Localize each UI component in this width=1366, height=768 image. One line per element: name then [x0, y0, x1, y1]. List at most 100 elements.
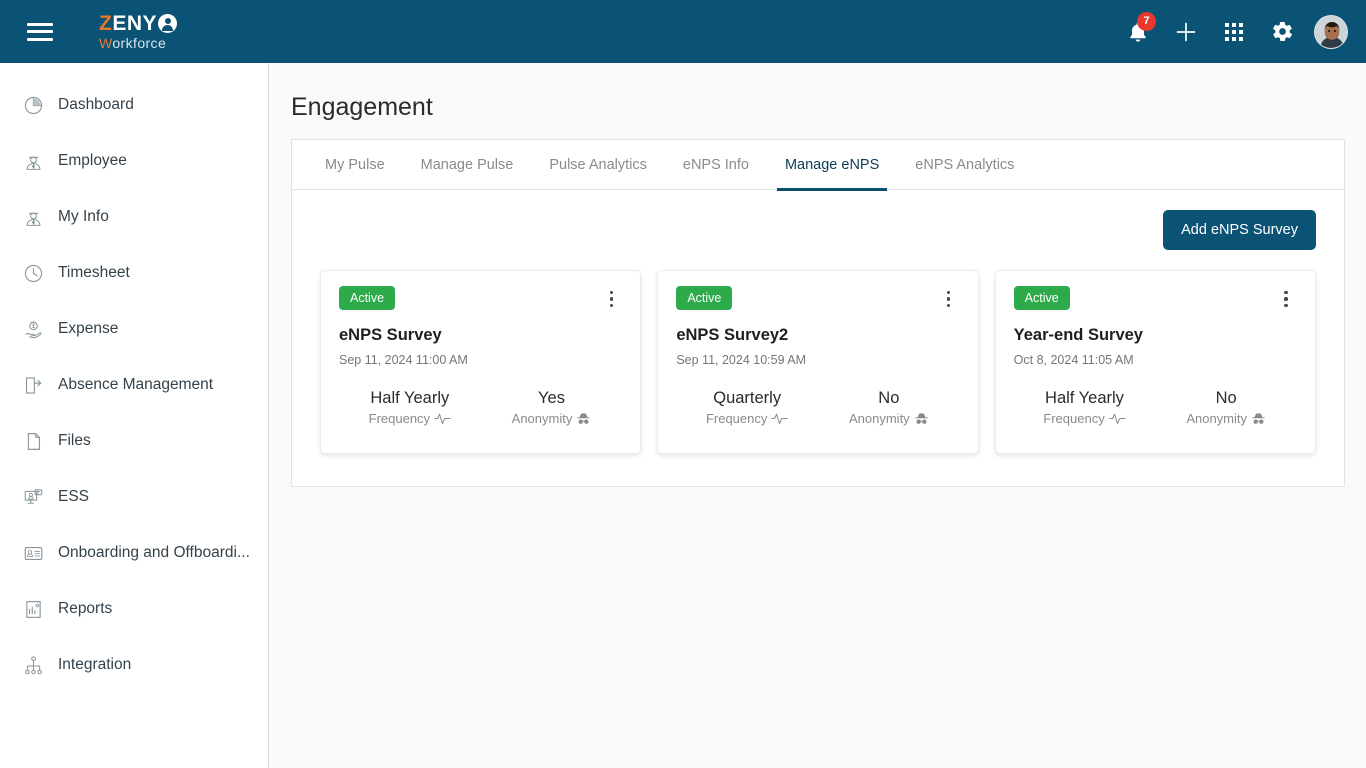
survey-date: Oct 8, 2024 11:05 AM	[1013, 353, 1134, 367]
card-menu-icon[interactable]	[600, 288, 622, 310]
anonymity-stat: No Anonymity	[818, 389, 960, 426]
money-hand-icon	[20, 316, 46, 342]
sidebar-item-absence-management[interactable]: Absence Management	[0, 357, 268, 413]
status-badge: Active	[339, 286, 396, 310]
pulse-line-icon	[434, 413, 451, 425]
frequency-stat: Half Yearly Frequency	[339, 389, 481, 426]
logo-person-circle-icon	[158, 14, 178, 33]
frequency-stat: Quarterly Frequency	[676, 389, 818, 426]
card-header: Active	[676, 286, 959, 310]
survey-title: eNPS Survey	[339, 326, 442, 344]
sidebar-item-onboarding-offboarding[interactable]: Onboarding and Offboardi...	[0, 525, 268, 581]
survey-title: Year-end Survey	[1013, 326, 1143, 344]
sidebar-item-dashboard[interactable]: Dashboard	[0, 77, 268, 133]
frequency-label: Frequency	[1043, 411, 1105, 426]
hamburger-menu-icon[interactable]	[27, 22, 53, 41]
app-logo[interactable]: Z ENY Workforce	[99, 12, 178, 51]
sidebar-item-label: Onboarding and Offboardi...	[58, 544, 250, 561]
frequency-value: Half Yearly	[1045, 389, 1124, 407]
logo-sub-w: W	[99, 35, 113, 51]
logo-letters-eny: ENY	[112, 12, 158, 35]
anonymity-stat: No Anonymity	[1155, 389, 1297, 426]
tab-manage-enps[interactable]: Manage eNPS	[767, 140, 897, 191]
sidebar-item-expense[interactable]: Expense	[0, 301, 268, 357]
incognito-spy-icon	[577, 412, 591, 424]
anonymity-label-row: Anonymity	[818, 411, 960, 426]
sidebar-item-files[interactable]: Files	[0, 413, 268, 469]
sidebar-item-label: ESS	[58, 488, 90, 505]
add-enps-survey-button[interactable]: Add eNPS Survey	[1163, 210, 1316, 250]
survey-card[interactable]: Active eNPS Survey Sep 11, 2024 11:00 AM…	[320, 270, 642, 454]
notification-count-badge: 7	[1137, 11, 1156, 31]
notifications-button[interactable]: 7	[1114, 8, 1162, 56]
avatar-photo-icon	[1315, 15, 1347, 48]
engagement-panel: My Pulse Manage Pulse Pulse Analytics eN…	[291, 139, 1345, 487]
settings-button[interactable]	[1258, 8, 1306, 56]
tab-enps-analytics[interactable]: eNPS Analytics	[897, 140, 1032, 190]
user-avatar[interactable]	[1314, 14, 1348, 49]
card-menu-icon[interactable]	[1275, 288, 1297, 310]
survey-title: eNPS Survey2	[676, 326, 789, 344]
card-stats: Half Yearly Frequency Yes Anonymity	[339, 389, 622, 426]
status-badge: Active	[1013, 286, 1070, 310]
logo-wordmark: Z ENY	[99, 12, 178, 35]
anonymity-label: Anonymity	[1186, 411, 1248, 426]
survey-card[interactable]: Active eNPS Survey2 Sep 11, 2024 10:59 A…	[657, 270, 979, 454]
anonymity-value: Yes	[538, 389, 565, 407]
sidebar-item-timesheet[interactable]: Timesheet	[0, 245, 268, 301]
frequency-label-row: Frequency	[339, 411, 481, 426]
page-title: Engagement	[291, 93, 433, 121]
sitemap-icon	[20, 652, 46, 678]
document-icon	[20, 428, 46, 454]
card-menu-icon[interactable]	[938, 288, 960, 310]
survey-date: Sep 11, 2024 11:00 AM	[339, 353, 468, 367]
tab-pulse-analytics[interactable]: Pulse Analytics	[531, 140, 665, 190]
tab-my-pulse[interactable]: My Pulse	[307, 140, 403, 190]
sidebar-item-employee[interactable]: Employee	[0, 133, 268, 189]
anonymity-label-row: Anonymity	[481, 411, 623, 426]
sidebar-item-label: Files	[58, 432, 91, 449]
plus-icon	[1176, 22, 1196, 41]
pie-chart-icon	[20, 92, 46, 118]
incognito-spy-icon	[1252, 412, 1265, 424]
apps-button[interactable]	[1210, 8, 1258, 56]
sidebar: Dashboard Employee My Info Timesheet Exp…	[0, 63, 269, 768]
incognito-spy-icon	[914, 412, 928, 424]
clock-icon	[20, 260, 46, 286]
frequency-label-row: Frequency	[1014, 411, 1156, 426]
employee-icon	[20, 204, 46, 230]
report-chart-icon	[20, 596, 46, 622]
frequency-value: Half Yearly	[370, 389, 450, 407]
panel-body: Add eNPS Survey Active eNPS Survey Sep 1…	[292, 190, 1344, 454]
card-stats: Quarterly Frequency No Anonymity	[676, 389, 959, 426]
sidebar-item-label: Employee	[58, 152, 127, 169]
main-content: Engagement My Pulse Manage Pulse Pulse A…	[269, 63, 1366, 768]
frequency-label-row: Frequency	[676, 411, 818, 426]
sidebar-item-reports[interactable]: Reports	[0, 581, 268, 637]
card-header: Active	[1013, 286, 1297, 310]
tab-bar: My Pulse Manage Pulse Pulse Analytics eN…	[292, 140, 1344, 191]
anonymity-label: Anonymity	[511, 411, 573, 426]
frequency-value: Quarterly	[713, 389, 782, 407]
status-badge: Active	[676, 286, 733, 310]
grid-apps-icon	[1225, 22, 1243, 41]
sidebar-item-label: Dashboard	[58, 96, 134, 113]
sidebar-item-label: My Info	[58, 208, 109, 225]
tab-enps-info[interactable]: eNPS Info	[665, 140, 767, 190]
pulse-line-icon	[771, 413, 789, 425]
survey-card[interactable]: Active Year-end Survey Oct 8, 2024 11:05…	[994, 270, 1316, 454]
survey-card-list: Active eNPS Survey Sep 11, 2024 11:00 AM…	[320, 270, 1316, 454]
sidebar-item-integration[interactable]: Integration	[0, 637, 268, 693]
survey-date: Sep 11, 2024 10:59 AM	[676, 353, 807, 367]
top-bar: Z ENY Workforce 7	[0, 0, 1366, 63]
logo-letter-z: Z	[99, 12, 113, 35]
sidebar-item-my-info[interactable]: My Info	[0, 189, 268, 245]
anonymity-label-row: Anonymity	[1155, 411, 1297, 426]
door-exit-icon	[20, 372, 46, 398]
sidebar-item-ess[interactable]: ESS	[0, 469, 268, 525]
gear-icon	[1272, 22, 1292, 41]
sidebar-item-label: Absence Management	[58, 376, 214, 393]
tab-manage-pulse[interactable]: Manage Pulse	[403, 140, 532, 190]
anonymity-label: Anonymity	[848, 411, 910, 426]
add-button[interactable]	[1162, 8, 1210, 56]
